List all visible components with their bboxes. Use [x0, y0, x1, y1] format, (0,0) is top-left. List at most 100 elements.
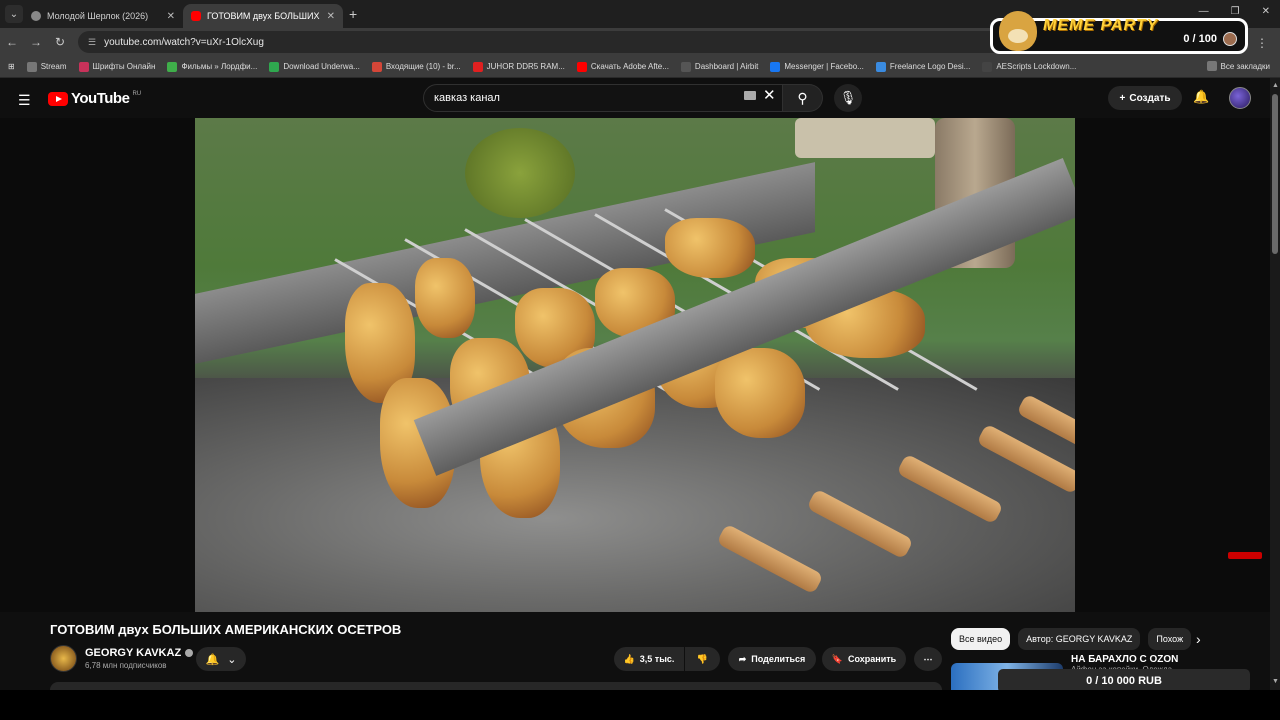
forward-icon[interactable]: →: [24, 35, 48, 49]
doge-icon: [999, 11, 1037, 51]
channel-name-text: GEORGY KAVKAZ: [85, 647, 182, 659]
avatar[interactable]: [1229, 87, 1251, 109]
gmail-icon: [371, 61, 382, 72]
maximize-icon[interactable]: ❐: [1231, 6, 1240, 17]
close-tab-icon[interactable]: ✕: [327, 11, 335, 22]
bell-icon[interactable]: 🔔: [1193, 89, 1209, 105]
region-label: RU: [132, 90, 142, 97]
verified-icon: [185, 649, 194, 657]
create-label: Создать: [1129, 92, 1171, 104]
bookmark-favicon: [982, 61, 993, 72]
notifications-button[interactable]: 🔔 ⌄: [196, 647, 246, 671]
chevron-right-icon[interactable]: ›: [1196, 631, 1201, 647]
bookmark-item[interactable]: Входящие (10) - br...: [371, 61, 461, 72]
bush: [465, 128, 575, 218]
video-frame: [195, 118, 1075, 612]
bookmark-item[interactable]: Stream: [26, 61, 67, 72]
plus-icon: +: [1119, 92, 1126, 104]
site-info-icon[interactable]: ☰: [88, 37, 96, 48]
minimize-icon[interactable]: —: [1199, 6, 1209, 17]
save-icon: 🔖: [831, 653, 843, 664]
menu-icon[interactable]: ☰: [18, 92, 31, 109]
create-button[interactable]: + Создать: [1108, 86, 1182, 110]
all-bookmarks[interactable]: Все закладки: [1206, 61, 1270, 71]
bookmark-item[interactable]: AEScripts Lockdown...: [982, 61, 1076, 72]
scroll-thumb[interactable]: [1272, 94, 1278, 254]
bookmark-favicon: [875, 61, 886, 72]
url-input[interactable]: ☰ youtube.com/watch?v=uXr-1OlcXug: [78, 31, 1038, 53]
meme-party-widget: MEME PARTY 0 / 100: [990, 11, 1248, 54]
bell-icon: 🔔: [205, 653, 220, 666]
bookmark-item[interactable]: Messenger | Facebo...: [770, 61, 864, 72]
tab-search-button[interactable]: ⌄: [5, 5, 23, 23]
bookmark-favicon: [680, 61, 691, 72]
bookmark-favicon: [78, 61, 89, 72]
share-label: Поделиться: [751, 654, 806, 664]
subscriber-count: 6,78 млн подписчиков: [85, 661, 167, 670]
bookmark-item[interactable]: Download Underwa...: [269, 61, 360, 72]
save-button[interactable]: 🔖 Сохранить: [822, 647, 906, 671]
tab-title: ГОТОВИМ двух БОЛЬШИХ: [207, 11, 320, 21]
recommendation-title[interactable]: НА БАРАХЛО С OZON: [1071, 654, 1178, 665]
video-player[interactable]: [0, 118, 1270, 612]
chip-all-videos[interactable]: Все видео: [951, 628, 1011, 650]
meme-count: 0 / 100: [1183, 33, 1217, 45]
channel-avatar[interactable]: [50, 645, 77, 672]
search-input[interactable]: кавказ канал: [423, 84, 783, 112]
close-window-icon[interactable]: ✕: [1262, 6, 1270, 17]
page-scrollbar[interactable]: [1270, 78, 1280, 690]
clear-search-icon[interactable]: ✕: [763, 86, 776, 104]
browser-menu-icon[interactable]: ⋮: [1256, 36, 1268, 50]
youtube-icon: [576, 61, 587, 72]
bookmark-item[interactable]: Freelance Logo Desi...: [875, 61, 970, 72]
chip-similar[interactable]: Похож: [1148, 628, 1191, 650]
scroll-up-icon[interactable]: ▲: [1272, 82, 1279, 89]
reload-icon[interactable]: ↻: [48, 35, 72, 49]
bookmark-favicon: [269, 61, 280, 72]
keyboard-icon[interactable]: [744, 91, 756, 100]
save-label: Сохранить: [848, 654, 897, 664]
back-icon[interactable]: ←: [0, 35, 24, 49]
youtube-logo[interactable]: YouTube RU: [48, 90, 141, 107]
bookmark-item[interactable]: Шрифты Онлайн: [78, 61, 155, 72]
video-title: ГОТОВИМ двух БОЛЬШИХ АМЕРИКАНСКИХ ОСЕТРО…: [50, 622, 402, 637]
bookmark-favicon: [472, 61, 483, 72]
more-actions-button[interactable]: ⋯: [914, 647, 942, 671]
mic-icon: 🎙: [839, 90, 857, 105]
subscribe-watermark: [1228, 552, 1262, 559]
chip-author[interactable]: Автор: GEORGY KAVKAZ: [1018, 628, 1141, 650]
more-icon: ⋯: [923, 653, 933, 664]
thumb-up-icon: 👍: [623, 653, 635, 664]
youtube-play-icon: [48, 91, 68, 106]
scroll-down-icon[interactable]: ▼: [1272, 678, 1279, 685]
search-button[interactable]: ⚲: [783, 84, 823, 112]
share-button[interactable]: ➦ Поделиться: [728, 647, 816, 671]
taskbar: [0, 690, 1280, 720]
messenger-icon: [770, 61, 781, 72]
youtube-icon: [191, 11, 201, 21]
mic-button[interactable]: 🎙: [834, 84, 862, 112]
description-box[interactable]: [50, 682, 942, 690]
bookmark-item[interactable]: Dashboard | Airbit: [680, 61, 758, 72]
close-tab-icon[interactable]: ✕: [167, 11, 175, 22]
like-button[interactable]: 👍 3,5 тыс.: [614, 647, 684, 671]
like-count: 3,5 тыс.: [639, 654, 675, 664]
thumb-down-icon: 👎: [696, 653, 709, 664]
window-controls: — ❐ ✕: [1199, 6, 1270, 17]
coin-icon: [1223, 32, 1237, 46]
dislike-button[interactable]: 👎: [685, 647, 720, 671]
channel-name[interactable]: GEORGY KAVKAZ: [85, 647, 194, 659]
share-icon: ➦: [738, 653, 747, 664]
new-tab-button[interactable]: +: [349, 6, 357, 22]
youtube-header: ☰ YouTube RU кавказ канал ✕ ⚲ 🎙 + Создат…: [0, 78, 1280, 118]
tab-sherlock[interactable]: Молодой Шерлок (2026) ✕: [23, 4, 183, 28]
tab-youtube-video[interactable]: ГОТОВИМ двух БОЛЬШИХ ✕: [183, 4, 343, 28]
bookmark-item[interactable]: Скачать Adobe Afte...: [576, 61, 669, 72]
bookmark-item[interactable]: Фильмы » Лордфи...: [167, 61, 257, 72]
meme-title: MEME PARTY: [1043, 17, 1159, 34]
folder-icon: [1206, 61, 1217, 71]
apps-icon[interactable]: ⊞: [8, 62, 15, 71]
search-query: кавказ канал: [434, 92, 500, 104]
globe-icon: [31, 11, 41, 21]
bookmark-item[interactable]: JUHOR DDR5 RAM...: [472, 61, 565, 72]
